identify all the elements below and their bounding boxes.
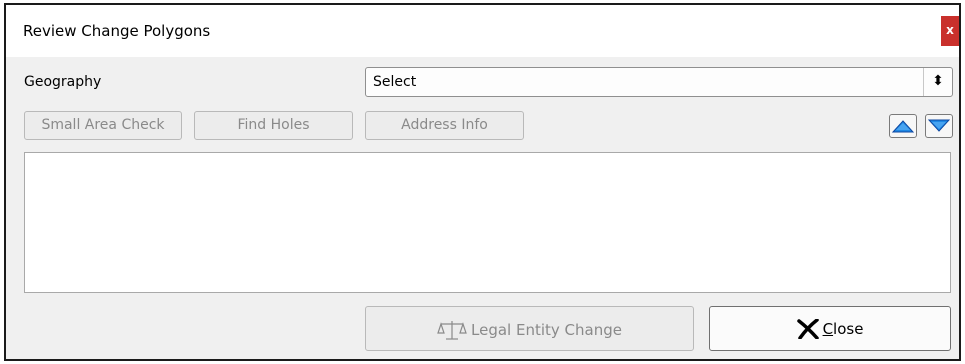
geography-select-value: Select xyxy=(373,74,417,90)
updown-chevron-icon: ⬍ xyxy=(923,68,952,96)
title-bar: Review Change Polygons x xyxy=(6,5,959,57)
close-label: Close xyxy=(822,320,864,338)
window-close-button[interactable]: x xyxy=(941,16,959,46)
move-up-button[interactable] xyxy=(889,114,917,138)
results-list[interactable] xyxy=(24,152,951,293)
down-arrow-icon xyxy=(928,119,950,132)
address-info-button[interactable]: Address Info xyxy=(365,111,524,140)
find-holes-button[interactable]: Find Holes xyxy=(194,111,353,140)
geography-select[interactable]: Select ⬍ xyxy=(365,67,953,97)
close-icon: x xyxy=(946,23,954,37)
up-arrow-icon xyxy=(892,120,914,133)
scales-icon xyxy=(437,321,467,340)
legal-entity-change-label: Legal Entity Change xyxy=(471,321,622,339)
close-button[interactable]: Close xyxy=(709,306,951,351)
close-x-icon xyxy=(796,319,819,339)
dialog-title: Review Change Polygons xyxy=(23,22,211,40)
legal-entity-change-button[interactable]: Legal Entity Change xyxy=(365,306,694,351)
review-change-polygons-dialog: Review Change Polygons x Geography Selec… xyxy=(4,3,961,361)
small-area-check-button[interactable]: Small Area Check xyxy=(24,111,182,140)
move-down-button[interactable] xyxy=(925,114,953,138)
geography-label: Geography xyxy=(24,74,102,90)
